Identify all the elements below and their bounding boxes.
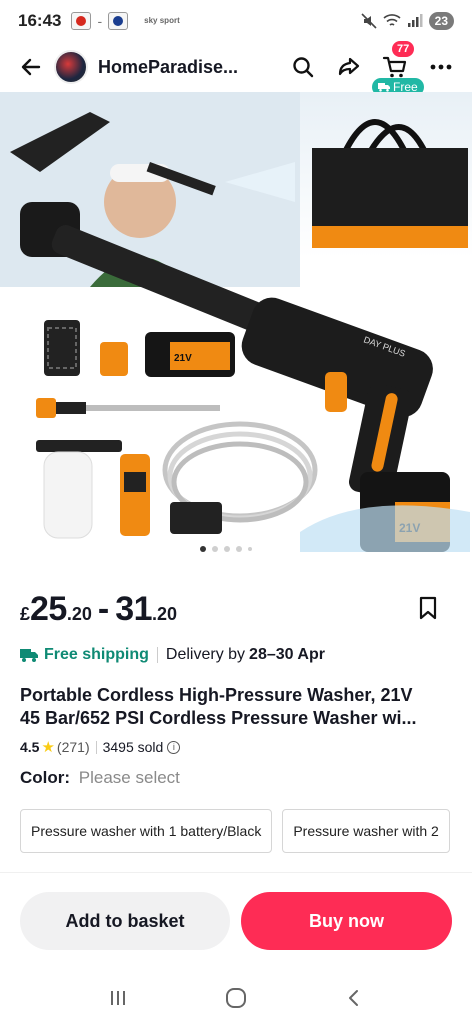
price-currency: £ bbox=[20, 604, 31, 624]
status-bar: 16:43 - sky sport 23 bbox=[0, 0, 472, 42]
more-button[interactable] bbox=[424, 50, 458, 84]
gallery-dot[interactable] bbox=[248, 547, 252, 551]
sky-sports-icon: sky sport bbox=[144, 16, 180, 25]
sold-count: 3495 sold bbox=[102, 739, 164, 755]
price-high-whole: 31 bbox=[115, 590, 153, 628]
color-label: Color: bbox=[20, 768, 71, 787]
system-navigation-bar bbox=[0, 972, 472, 1024]
delivery-dates: 28–30 Apr bbox=[249, 646, 325, 663]
product-photo: 21V DAY PLUS 21V bbox=[0, 92, 470, 552]
nav-actions: 77 Free bbox=[286, 41, 458, 96]
star-icon: ★ bbox=[41, 739, 55, 756]
back-button[interactable] bbox=[14, 50, 48, 84]
share-button[interactable] bbox=[332, 50, 366, 84]
signal-icon bbox=[407, 14, 423, 27]
truck-icon bbox=[20, 649, 38, 662]
product-image-gallery[interactable]: 21V DAY PLUS 21V bbox=[0, 92, 472, 566]
variant-option[interactable]: Pressure washer with 2 bbox=[282, 809, 450, 853]
newcastle-notification-icon bbox=[108, 12, 129, 30]
search-icon bbox=[293, 57, 314, 78]
free-shipping-label: Free shipping bbox=[44, 646, 149, 663]
cart-button[interactable]: 77 Free bbox=[372, 41, 424, 96]
variant-option[interactable]: Pressure washer with 1 battery/Black bbox=[20, 809, 273, 853]
gallery-dot[interactable] bbox=[200, 546, 206, 552]
gallery-dot[interactable] bbox=[212, 546, 218, 552]
review-count: (271) bbox=[56, 739, 90, 755]
status-time: 16:43 bbox=[18, 11, 62, 30]
save-button[interactable] bbox=[418, 596, 438, 625]
price-range: £ 25 .20 - 31 .20 bbox=[20, 590, 452, 629]
gallery-dots bbox=[200, 546, 252, 552]
shop-avatar[interactable] bbox=[54, 50, 88, 84]
top-nav: HomeParadise... 77 Free bbox=[0, 41, 472, 96]
product-title-line2: 45 Bar/652 PSI Cordless Pressure Washer … bbox=[20, 708, 417, 728]
price-low-cents: .20 bbox=[66, 604, 92, 624]
arsenal-notification-icon bbox=[71, 12, 92, 30]
back-arrow-icon bbox=[21, 58, 41, 76]
info-icon[interactable]: i bbox=[167, 740, 181, 754]
wifi-icon bbox=[383, 14, 401, 26]
color-selector: Color: Please select bbox=[20, 768, 180, 788]
add-to-basket-button[interactable]: Add to basket bbox=[20, 892, 230, 950]
cart-icon bbox=[382, 56, 407, 78]
rating-row[interactable]: 4.5 ★ (271) 3495 sold i bbox=[20, 738, 181, 756]
gallery-dot[interactable] bbox=[224, 546, 230, 552]
status-system-icons: 23 bbox=[361, 12, 454, 30]
mute-icon bbox=[361, 13, 377, 29]
accessory-battery-label: 21V bbox=[174, 353, 192, 364]
carry-bag bbox=[312, 119, 468, 248]
home-icon[interactable] bbox=[225, 987, 247, 1009]
action-bar: Add to basket Buy now bbox=[0, 872, 472, 972]
delivery-prefix: Delivery by bbox=[165, 646, 246, 663]
bookmark-icon bbox=[419, 596, 437, 620]
search-button[interactable] bbox=[286, 50, 320, 84]
battery-level: 23 bbox=[428, 12, 454, 30]
divider bbox=[95, 740, 97, 754]
rating-value: 4.5 bbox=[20, 739, 40, 755]
color-value: Please select bbox=[78, 768, 180, 787]
variant-options: Pressure washer with 1 battery/Black Pre… bbox=[20, 809, 450, 853]
shipping-info[interactable]: Free shipping Delivery by 28–30 Apr bbox=[20, 646, 325, 664]
share-icon bbox=[338, 57, 360, 76]
product-title-line1: Portable Cordless High-Pressure Washer, … bbox=[20, 685, 413, 705]
price-low-whole: 25 bbox=[30, 590, 67, 628]
status-separator: - bbox=[97, 13, 103, 29]
gallery-dot[interactable] bbox=[236, 546, 242, 552]
shop-name[interactable]: HomeParadise... bbox=[98, 57, 248, 78]
divider bbox=[156, 647, 158, 663]
cart-count-badge: 77 bbox=[392, 41, 415, 57]
product-title[interactable]: Portable Cordless High-Pressure Washer, … bbox=[20, 684, 456, 730]
recent-apps-icon[interactable] bbox=[108, 988, 128, 1008]
more-icon bbox=[430, 64, 452, 70]
price-dash: - bbox=[97, 590, 110, 628]
buy-now-button[interactable]: Buy now bbox=[241, 892, 452, 950]
price-high-cents: .20 bbox=[152, 604, 178, 624]
status-notification-icons: - sky sport bbox=[71, 12, 180, 30]
back-nav-icon[interactable] bbox=[344, 988, 364, 1008]
truck-icon bbox=[378, 83, 390, 92]
